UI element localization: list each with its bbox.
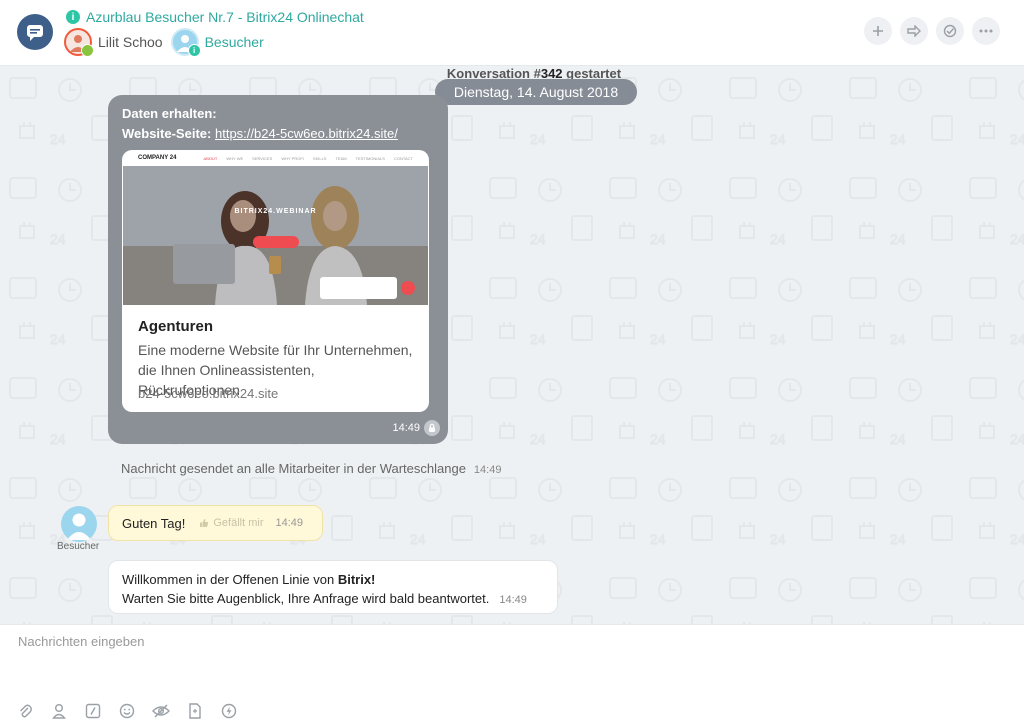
document-icon[interactable] (186, 702, 204, 720)
preview-domain: b24-5cw6eo.bitrix24.site (138, 386, 279, 401)
chat-title-row[interactable]: i Azurblau Besucher Nr.7 - Bitrix24 Onli… (66, 9, 364, 25)
chat-header: i Azurblau Besucher Nr.7 - Bitrix24 Onli… (0, 0, 1024, 66)
member-guest[interactable]: i Besucher (170, 28, 264, 57)
operator-message-line2: Warten Sie bitte Augenblick, Ihre Anfrag… (122, 591, 527, 606)
info-badge-icon: i (187, 44, 201, 57)
operator-message: Willkommen in der Offenen Linie von Bitr… (108, 560, 558, 614)
notice-time: 14:49 (473, 464, 502, 476)
slash-icon[interactable] (84, 702, 102, 720)
avatar: i (170, 28, 201, 57)
message-time: 14:49 (499, 594, 527, 606)
system-message-heading: Daten erhalten: (122, 106, 217, 121)
like-label: Gefällt mir (213, 517, 264, 529)
chat-logo-icon (17, 14, 53, 50)
user-silhouette-icon (67, 513, 91, 540)
like-button[interactable]: Gefällt mir (199, 517, 264, 529)
guest-message: Guten Tag! Gefällt mir 14:49 (108, 505, 323, 541)
chat-title[interactable]: Azurblau Besucher Nr.7 - Bitrix24 Online… (86, 9, 364, 25)
member-name: Besucher (204, 34, 264, 50)
guest-author-label: Besucher (57, 541, 100, 552)
operator-message-line1: Willkommen in der Offenen Linie von Bitr… (122, 572, 376, 587)
system-message: Daten erhalten: Website-Seite: https://b… (108, 95, 448, 444)
paperclip-icon[interactable] (16, 702, 34, 720)
message-composer[interactable]: Nachrichten eingeben (0, 624, 1024, 724)
online-badge-icon (81, 44, 94, 57)
guest-message-text: Guten Tag! (122, 515, 186, 531)
members-list: Lilit Schoo i Besucher (64, 28, 272, 57)
message-time: 14:49 (392, 422, 420, 434)
member-name: Lilit Schoo (98, 34, 163, 50)
header-actions (856, 17, 1000, 45)
lock-icon (424, 420, 440, 436)
preview-image-button (253, 236, 299, 248)
member-operator[interactable]: Lilit Schoo (64, 28, 163, 57)
message-list[interactable]: 24 Konversation #342 gestartet Dienstag,… (0, 66, 1024, 624)
message-input[interactable]: Nachrichten eingeben (18, 634, 144, 649)
check-circle-icon (943, 24, 957, 38)
preview-nav-items: ABOUT WHY WE SERVICES WHY PROFI SKILLS T… (203, 155, 413, 161)
arrow-right-icon (907, 25, 921, 37)
guest-avatar[interactable] (61, 506, 97, 542)
user-icon[interactable] (50, 702, 68, 720)
preview-brand: COMPANY 24 (138, 155, 177, 161)
preview-chat-widget (320, 277, 397, 299)
composer-toolbar (16, 702, 254, 720)
transfer-button[interactable] (900, 17, 928, 45)
eye-off-icon[interactable] (152, 702, 170, 720)
finish-button[interactable] (936, 17, 964, 45)
website-link[interactable]: https://b24-5cw6eo.bitrix24.site/ (215, 126, 398, 141)
lightning-icon[interactable] (220, 702, 238, 720)
system-message-url-line: Website-Seite: https://b24-5cw6eo.bitrix… (122, 126, 398, 141)
date-separator: Dienstag, 14. August 2018 (435, 79, 637, 105)
preview-image: BITRIX24.WEBINAR (123, 166, 428, 305)
more-dots-icon (979, 29, 993, 33)
preview-navbar: COMPANY 24 ABOUT WHY WE SERVICES WHY PRO… (122, 150, 429, 166)
plus-icon (873, 26, 883, 36)
preview-widget-icon (401, 281, 415, 295)
thumbs-up-icon (200, 519, 209, 527)
message-time: 14:49 (275, 517, 304, 529)
system-notice: Nachricht gesendet an alle Mitarbeiter i… (121, 461, 502, 476)
preview-title: Agenturen (138, 318, 213, 335)
add-button[interactable] (864, 17, 892, 45)
preview-image-title: BITRIX24.WEBINAR (234, 208, 317, 215)
link-preview-card[interactable]: COMPANY 24 ABOUT WHY WE SERVICES WHY PRO… (122, 150, 429, 412)
more-button[interactable] (972, 17, 1000, 45)
smile-icon[interactable] (118, 702, 136, 720)
info-icon[interactable]: i (66, 10, 80, 24)
avatar (64, 28, 94, 57)
